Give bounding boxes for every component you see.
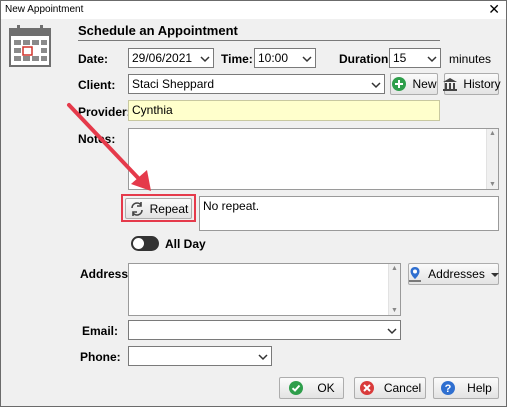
new-appointment-window: New Appointment ✕ Schedule an Appointmen… xyxy=(0,0,507,407)
annotation-arrow xyxy=(67,103,151,191)
